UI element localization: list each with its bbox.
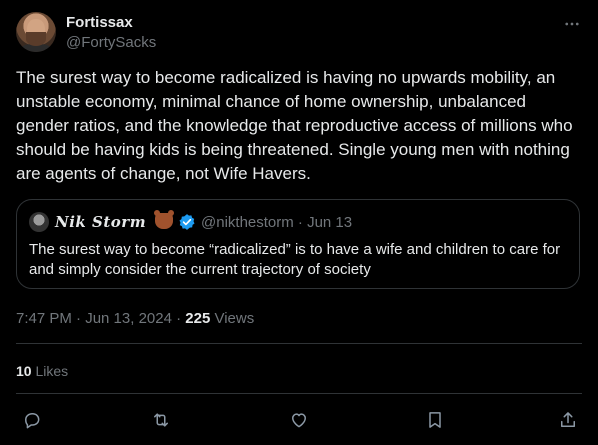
heart-icon[interactable] — [284, 405, 314, 435]
tweet-meta: 7:47 PM · Jun 13, 2024 · 225 Views — [16, 310, 254, 327]
reply-icon[interactable] — [17, 405, 47, 435]
views-label: Views — [210, 310, 255, 327]
quoted-tweet[interactable]: 𝑵𝒊𝒌 𝑺𝒕𝒐𝒓𝒎 @nikthestorm · Jun 13 The sure… — [16, 199, 580, 289]
views-count: 225 — [185, 310, 211, 327]
share-icon[interactable] — [553, 405, 583, 435]
divider — [16, 393, 582, 394]
author-avatar[interactable] — [16, 12, 56, 52]
likes-label: Likes — [31, 363, 69, 379]
avatar-beard — [26, 32, 46, 46]
timestamp[interactable]: 7:47 PM · Jun 13, 2024 · — [16, 310, 185, 327]
likes-stat[interactable]: 10 Likes — [16, 363, 68, 379]
bookmark-icon[interactable] — [420, 405, 450, 435]
author-display-name[interactable]: Fortissax — [66, 14, 133, 31]
likes-count: 10 — [16, 363, 32, 379]
action-bar — [0, 405, 598, 435]
retweet-icon[interactable] — [146, 405, 176, 435]
author-handle[interactable]: @FortySacks — [66, 34, 156, 51]
verified-badge-icon — [178, 213, 196, 231]
divider — [16, 343, 582, 344]
quoted-text: The surest way to become “radicalized” i… — [29, 241, 561, 278]
quoted-display-name[interactable]: 𝑵𝒊𝒌 𝑺𝒕𝒐𝒓𝒎 — [55, 213, 146, 231]
more-horizontal-icon[interactable] — [562, 14, 582, 34]
bull-emoji-icon — [154, 210, 174, 229]
quoted-avatar[interactable] — [29, 212, 49, 232]
quoted-handle-date[interactable]: @nikthestorm · Jun 13 — [201, 214, 352, 231]
tweet: Fortissax @FortySacks The surest way to … — [0, 0, 598, 445]
tweet-text: The surest way to become radicalized is … — [16, 68, 573, 183]
